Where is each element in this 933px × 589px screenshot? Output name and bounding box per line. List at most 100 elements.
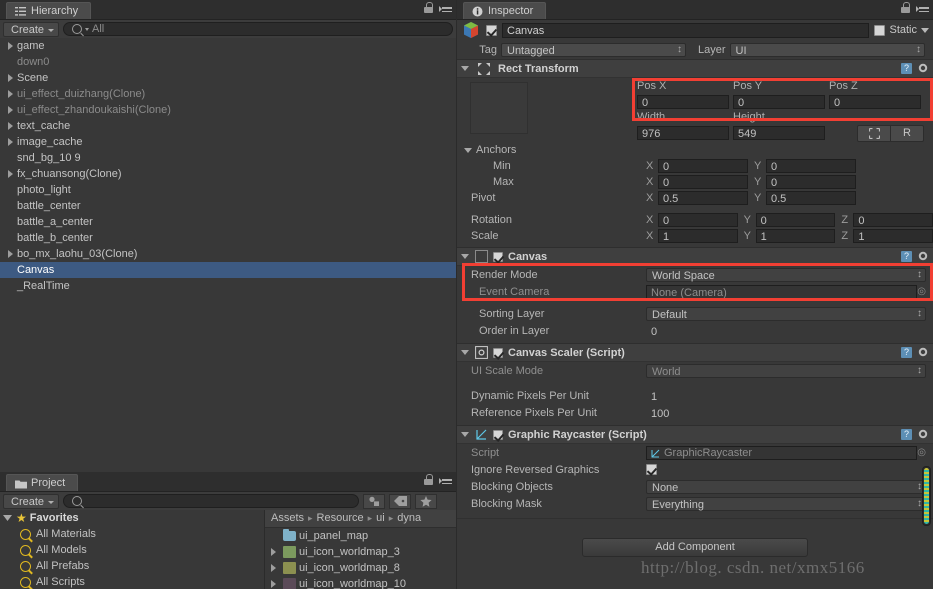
rotation-z-field[interactable]: 0 (853, 213, 933, 227)
asset-item[interactable]: ui_icon_worldmap_8 (265, 560, 456, 576)
filter-by-label-button[interactable] (389, 493, 412, 509)
hierarchy-item[interactable]: snd_bg_10 9 (0, 150, 456, 166)
inspector-scrollbar[interactable] (922, 466, 931, 526)
expand-arrow-icon[interactable] (269, 544, 280, 560)
event-camera-field[interactable]: None (Camera) (646, 284, 917, 299)
anchors-row[interactable]: Anchors (457, 142, 933, 158)
width-field[interactable]: 976 (637, 126, 729, 140)
rotation-x-field[interactable]: 0 (658, 213, 738, 227)
rotation-y-field[interactable]: 0 (755, 213, 836, 227)
asset-item[interactable]: ui_icon_worldmap_10 (265, 576, 456, 589)
lock-icon[interactable] (901, 2, 910, 13)
project-favorites-tree[interactable]: ★ Favorites All Materials All Models All P… (0, 510, 265, 589)
rect-transform-header[interactable]: Rect Transform ? (457, 59, 933, 78)
layer-dropdown[interactable]: UI (729, 43, 925, 57)
render-mode-dropdown[interactable]: World Space (646, 267, 926, 282)
gear-icon[interactable] (917, 428, 929, 440)
menu-icon[interactable] (916, 3, 929, 13)
blocking-objects-dropdown[interactable]: None (646, 479, 926, 494)
expand-arrow-icon[interactable] (6, 118, 17, 134)
breadcrumb-segment[interactable]: Assets (271, 510, 304, 527)
foldout-arrow-icon[interactable] (461, 430, 470, 439)
static-toggle[interactable]: Static (874, 24, 929, 36)
expand-arrow-icon[interactable] (269, 576, 280, 589)
hierarchy-item[interactable]: battle_b_center (0, 230, 456, 246)
expand-arrow-icon[interactable] (6, 134, 17, 150)
breadcrumb-segment[interactable]: Resource (317, 510, 364, 527)
foldout-arrow-icon[interactable] (461, 64, 470, 73)
hierarchy-item[interactable]: ui_effect_zhandoukaishi(Clone) (0, 102, 456, 118)
dynamic-ppu-field[interactable]: 1 (646, 388, 926, 403)
graphic-raycaster-enabled-checkbox[interactable] (493, 429, 503, 440)
favorite-item[interactable]: All Models (0, 542, 264, 558)
add-component-button[interactable]: Add Component (582, 538, 808, 557)
help-icon[interactable]: ? (901, 428, 912, 440)
favorite-item[interactable]: All Prefabs (0, 558, 264, 574)
expand-arrow-icon[interactable] (6, 246, 17, 262)
help-icon[interactable]: ? (901, 62, 912, 74)
asset-item[interactable]: ui_panel_map (265, 528, 456, 544)
anchor-min-y-field[interactable]: 0 (766, 159, 856, 173)
height-field[interactable]: 549 (733, 126, 825, 140)
foldout-arrow-icon[interactable] (464, 146, 473, 155)
anchor-preset-box[interactable] (470, 82, 528, 134)
expand-arrow-icon[interactable] (6, 70, 17, 86)
project-search-input[interactable] (63, 494, 360, 508)
favorites-list[interactable]: All Materials All Models All Prefabs All Sc… (0, 526, 264, 589)
anchor-max-y-field[interactable]: 0 (766, 175, 856, 189)
tab-project[interactable]: Project (6, 474, 79, 491)
pos-y-field[interactable]: 0 (733, 94, 825, 109)
object-picker-icon[interactable]: ◎ (917, 447, 926, 458)
scrollbar-thumb[interactable] (924, 468, 929, 524)
ignore-reversed-checkbox[interactable] (646, 464, 657, 475)
lock-icon[interactable] (424, 474, 433, 485)
menu-icon[interactable] (439, 3, 452, 13)
canvas-scaler-enabled-checkbox[interactable] (493, 347, 503, 358)
scale-y-field[interactable]: 1 (755, 229, 836, 243)
static-checkbox[interactable] (874, 24, 886, 36)
hierarchy-item[interactable]: image_cache (0, 134, 456, 150)
hierarchy-list[interactable]: game down0 Scene ui_effect_duizhang(Clone) u… (0, 38, 456, 472)
gear-icon[interactable] (917, 62, 929, 74)
anchors-foldout[interactable]: Anchors (464, 144, 516, 156)
expand-arrow-icon[interactable] (6, 102, 17, 118)
foldout-arrow-icon[interactable] (461, 348, 470, 357)
scale-x-field[interactable]: 1 (658, 229, 738, 243)
breadcrumb[interactable]: Assets ▸ Resource ▸ ui ▸ dyna (265, 510, 456, 528)
pivot-y-field[interactable]: 0.5 (766, 191, 856, 205)
hierarchy-item[interactable]: ui_effect_duizhang(Clone) (0, 86, 456, 102)
breadcrumb-segment[interactable]: dyna (397, 510, 421, 527)
hierarchy-item[interactable]: game (0, 38, 456, 54)
blueprint-mode-button[interactable] (857, 124, 891, 142)
ui-scale-mode-dropdown[interactable]: World (646, 363, 926, 378)
project-create-button[interactable]: Create (3, 493, 60, 509)
favorite-item[interactable]: All Scripts (0, 574, 264, 589)
lock-icon[interactable] (424, 2, 433, 13)
expand-arrow-icon[interactable] (6, 86, 17, 102)
hierarchy-create-button[interactable]: Create (3, 21, 60, 37)
script-field[interactable]: GraphicRaycaster (646, 445, 917, 460)
order-in-layer-field[interactable]: 0 (646, 323, 926, 338)
hierarchy-item[interactable]: battle_a_center (0, 214, 456, 230)
favorite-item[interactable]: All Materials (0, 526, 264, 542)
expand-arrow-icon[interactable] (269, 560, 280, 576)
hierarchy-item[interactable]: text_cache (0, 118, 456, 134)
chevron-down-icon[interactable] (921, 27, 929, 33)
hierarchy-item[interactable]: battle_center (0, 198, 456, 214)
object-enabled-checkbox[interactable] (486, 24, 497, 36)
gear-icon[interactable] (917, 346, 929, 358)
asset-item[interactable]: ui_icon_worldmap_3 (265, 544, 456, 560)
anchor-max-x-field[interactable]: 0 (658, 175, 748, 189)
object-name-field[interactable]: Canvas (502, 22, 870, 38)
hierarchy-item[interactable]: _RealTime (0, 278, 456, 294)
expand-arrow-icon[interactable] (6, 38, 17, 54)
object-picker-icon[interactable]: ◎ (917, 286, 926, 297)
tab-inspector[interactable]: Inspector (463, 2, 547, 19)
graphic-raycaster-header[interactable]: Graphic Raycaster (Script) ? (457, 425, 933, 444)
raw-edit-button[interactable]: R (891, 124, 924, 142)
favorites-filter-button[interactable] (415, 493, 438, 509)
canvas-header[interactable]: Canvas ? (457, 247, 933, 266)
pos-x-field[interactable]: 0 (637, 94, 729, 109)
asset-list[interactable]: ui_panel_map ui_icon_worldmap_3 ui_icon_wo… (265, 528, 456, 589)
hierarchy-item[interactable]: down0 (0, 54, 456, 70)
